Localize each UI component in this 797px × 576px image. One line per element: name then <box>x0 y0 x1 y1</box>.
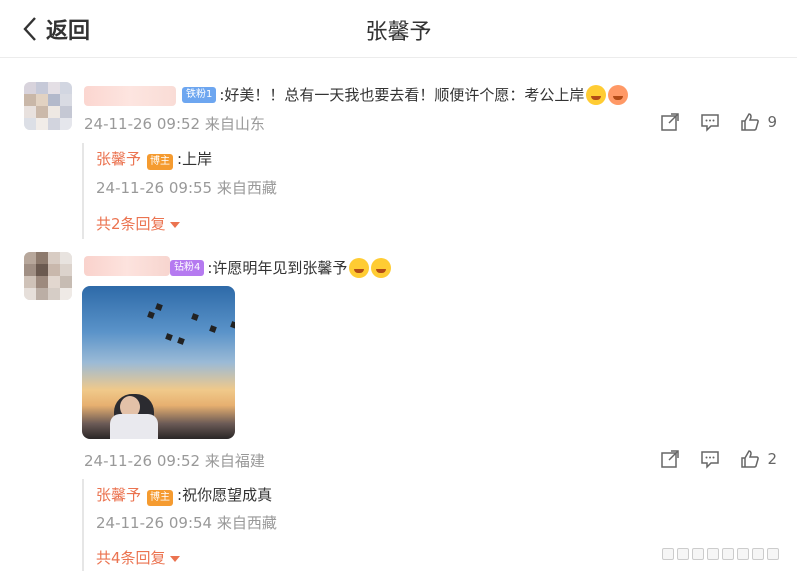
share-icon[interactable] <box>660 112 680 132</box>
emoji-icon <box>349 257 370 278</box>
emoji-icon <box>586 84 607 105</box>
kite-shape <box>147 311 155 319</box>
comment-text: :好美！！总有一天我也要去看！顺便许个愿：考公上岸 <box>219 86 585 104</box>
avatar[interactable] <box>24 252 72 300</box>
fan-badge: 铁粉1 <box>182 86 217 103</box>
view-more-replies-link[interactable]: 共2条回复 <box>96 213 180 234</box>
comment-time: 24-11-26 09:52 来自福建 <box>84 452 265 470</box>
reply-text: :祝你愿望成真 <box>177 486 273 504</box>
comment-image[interactable] <box>82 286 235 439</box>
caret-down-icon <box>169 221 180 228</box>
fan-badge: 钻粉4 <box>170 259 205 276</box>
like-count: 9 <box>767 113 777 131</box>
comment-actions: 9 <box>640 112 777 132</box>
reply-thread: 张馨予 博主:祝你愿望成真 24-11-26 09:54 来自西藏 共4条回复 <box>82 479 762 571</box>
blogger-badge: 博主 <box>147 490 174 506</box>
kite-shape <box>165 333 173 341</box>
kite-shape <box>230 321 235 329</box>
username-blurred[interactable] <box>84 256 170 276</box>
reply-author[interactable]: 张馨予 <box>96 486 141 504</box>
reply-text: :上岸 <box>177 150 213 168</box>
comment-actions: 2 <box>640 449 777 469</box>
top-bar: 返回 张馨予 <box>0 0 797 58</box>
comment-icon[interactable] <box>700 449 720 469</box>
comment-text-line: 铁粉1 :好美！！总有一天我也要去看！顺便许个愿：考公上岸 <box>182 84 629 105</box>
view-more-replies-link[interactable]: 共4条回复 <box>96 547 180 568</box>
comment-text: :许愿明年见到张馨予 <box>207 259 348 277</box>
page-title: 张馨予 <box>365 20 432 45</box>
caret-down-icon <box>169 555 180 562</box>
reply-line: 张馨予 博主:祝你愿望成真 <box>96 484 272 506</box>
thumbs-up-icon[interactable] <box>740 449 760 469</box>
kite-shape <box>191 313 199 321</box>
reply-author[interactable]: 张馨予 <box>96 150 141 168</box>
more-replies-label: 共2条回复 <box>96 215 166 233</box>
comment-time: 24-11-26 09:52 来自山东 <box>84 115 265 133</box>
avatar[interactable] <box>24 82 72 130</box>
emoji-icon <box>371 257 392 278</box>
reply-line: 张馨予 博主:上岸 <box>96 148 212 170</box>
blogger-badge: 博主 <box>147 154 174 170</box>
thumbs-up-icon[interactable] <box>740 112 760 132</box>
watermark <box>662 548 779 560</box>
kite-shape <box>177 337 185 345</box>
reply-time: 24-11-26 09:55 来自西藏 <box>96 179 277 197</box>
comment-icon[interactable] <box>700 112 720 132</box>
kite-shape <box>209 325 217 333</box>
emoji-icon <box>608 84 629 105</box>
username-blurred[interactable] <box>84 86 176 106</box>
like-count: 2 <box>767 450 777 468</box>
person-jacket <box>110 414 158 439</box>
kite-shape <box>155 303 163 311</box>
more-replies-label: 共4条回复 <box>96 549 166 567</box>
comment-text-line: 钻粉4 :许愿明年见到张馨予 <box>170 257 392 278</box>
reply-thread: 张馨予 博主:上岸 24-11-26 09:55 来自西藏 共2条回复 <box>82 143 762 239</box>
share-icon[interactable] <box>660 449 680 469</box>
reply-time: 24-11-26 09:54 来自西藏 <box>96 514 277 532</box>
